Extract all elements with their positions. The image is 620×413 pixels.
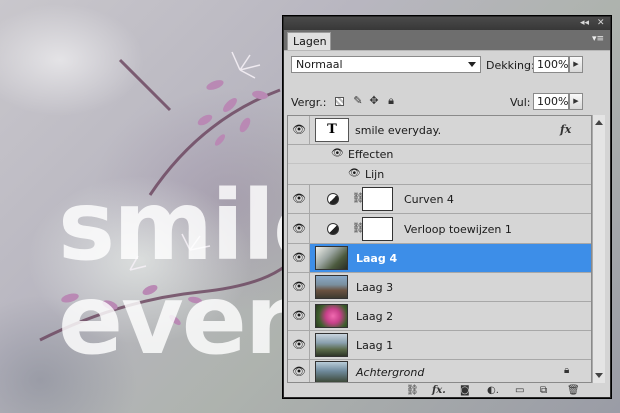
layer-name: Achtergrond xyxy=(356,366,425,379)
panel-footer: ⛓ fx. ◙ ◐. ▭ ⧉ 🗑︎ xyxy=(284,385,610,397)
layer-row-text[interactable]: 👁︎ T smile everyday. fx xyxy=(288,116,591,145)
lock-all-icon[interactable]: 🔒︎ xyxy=(385,95,397,107)
tab-layers[interactable]: Lagen xyxy=(287,32,331,50)
layer-thumbnail xyxy=(315,304,348,328)
trash-icon[interactable]: 🗑︎ xyxy=(567,385,580,397)
lock-transparency-icon[interactable] xyxy=(335,97,344,106)
layer-name: Laag 4 xyxy=(356,252,398,265)
lock-pixels-icon[interactable]: ✎ xyxy=(352,95,364,107)
visibility-toggle[interactable]: 👁︎ xyxy=(288,185,310,213)
panel-menu-icon[interactable]: ▾≡ xyxy=(592,34,604,44)
fx-icon[interactable]: fx xyxy=(560,123,571,136)
layer-row-laag-2[interactable]: 👁︎ Laag 2 xyxy=(288,302,591,331)
layer-row-laag-3[interactable]: 👁︎ Laag 3 xyxy=(288,273,591,302)
layer-name: Verloop toewijzen 1 xyxy=(404,223,512,236)
opacity-slider-button[interactable]: ▶ xyxy=(569,56,583,73)
layer-row-gradient-map[interactable]: 👁︎ ⛓ Verloop toewijzen 1 xyxy=(288,214,591,244)
scroll-up-icon[interactable] xyxy=(595,120,603,125)
chevron-down-icon xyxy=(468,62,476,67)
panel-body: Normaal Dekking: 100% ▶ Vergr.: ✎ ✥ 🔒︎ V… xyxy=(284,51,610,397)
eye-icon: 👁︎ xyxy=(292,365,306,378)
visibility-toggle[interactable]: 👁︎ xyxy=(288,273,310,301)
layer-name: Laag 2 xyxy=(356,310,394,323)
blend-mode-select[interactable]: Normaal xyxy=(291,56,481,73)
scroll-down-icon[interactable] xyxy=(595,373,603,378)
layer-thumbnail xyxy=(315,361,348,382)
layer-row-effects[interactable]: 👁︎ Effecten xyxy=(288,145,591,164)
eye-icon[interactable]: 👁︎ xyxy=(348,168,361,179)
eye-icon: 👁︎ xyxy=(292,251,306,264)
effects-visibility-toggle[interactable] xyxy=(288,145,310,163)
eye-icon: 👁︎ xyxy=(292,338,306,351)
layer-name: smile everyday. xyxy=(355,124,442,137)
adjustment-icon[interactable]: ◐. xyxy=(487,385,499,397)
visibility-toggle[interactable]: 👁︎ xyxy=(288,360,310,382)
lock-position-icon[interactable]: ✥ xyxy=(368,95,380,107)
layer-name: Curven 4 xyxy=(404,193,454,206)
layer-thumbnail xyxy=(315,275,348,299)
visibility-toggle[interactable]: 👁︎ xyxy=(288,302,310,330)
layer-thumbnail xyxy=(315,246,348,270)
layer-row-curves[interactable]: 👁︎ ⛓ Curven 4 xyxy=(288,185,591,214)
layer-mask-thumbnail[interactable] xyxy=(362,217,393,241)
layer-thumbnail xyxy=(315,333,348,357)
fill-label: Vul: xyxy=(510,96,531,109)
layer-name: Effecten xyxy=(348,148,394,161)
visibility-toggle[interactable]: 👁︎ xyxy=(288,214,310,243)
layer-row-effect-stroke[interactable]: 👁︎ Lijn xyxy=(288,164,591,185)
layers-list: 👁︎ T smile everyday. fx 👁︎ Effecten 👁︎ L… xyxy=(287,115,592,383)
layers-scrollbar[interactable] xyxy=(592,115,605,383)
lock-icon: 🔒︎ xyxy=(564,365,570,376)
eye-icon: 👁︎ xyxy=(292,280,306,293)
eye-icon: 👁︎ xyxy=(292,309,306,322)
eye-icon: 👁︎ xyxy=(292,123,306,136)
fill-input[interactable]: 100% xyxy=(533,93,569,110)
lock-label: Vergr.: xyxy=(291,96,327,109)
eye-icon: 👁︎ xyxy=(292,221,306,235)
opacity-label: Dekking: xyxy=(486,59,535,72)
opacity-input[interactable]: 100% xyxy=(533,56,569,73)
panel-titlebar[interactable]: ◂◂ ✕ xyxy=(284,17,610,30)
layer-name: Laag 1 xyxy=(356,339,394,352)
layer-mask-thumbnail[interactable] xyxy=(362,187,393,211)
visibility-toggle[interactable]: 👁︎ xyxy=(288,244,310,272)
layer-thumbnail: T xyxy=(315,118,349,142)
link-layers-icon[interactable]: ⛓ xyxy=(406,385,419,397)
fill-slider-button[interactable]: ▶ xyxy=(569,93,583,110)
layer-name: Lijn xyxy=(365,168,385,181)
layer-row-laag-1[interactable]: 👁︎ Laag 1 xyxy=(288,331,591,360)
folder-icon[interactable]: ▭ xyxy=(515,385,524,397)
blend-mode-value: Normaal xyxy=(296,58,343,71)
fx-icon[interactable]: fx. xyxy=(432,385,446,397)
mask-icon[interactable]: ◙ xyxy=(460,385,470,397)
layers-panel: ◂◂ ✕ Lagen ▾≡ Normaal Dekking: 100% ▶ Ve… xyxy=(283,16,611,398)
visibility-toggle[interactable]: 👁︎ xyxy=(288,116,310,144)
adjustment-icon xyxy=(327,193,339,205)
layer-row-laag-4[interactable]: 👁︎ Laag 4 xyxy=(288,244,591,273)
new-layer-icon[interactable]: ⧉ xyxy=(540,385,547,397)
effect-visibility-toggle[interactable] xyxy=(288,164,310,184)
collapse-icon[interactable]: ◂◂ xyxy=(580,18,589,29)
visibility-toggle[interactable]: 👁︎ xyxy=(288,331,310,359)
panel-tabs: Lagen ▾≡ xyxy=(284,30,610,51)
eye-icon[interactable]: 👁︎ xyxy=(331,148,344,159)
layer-row-background[interactable]: 👁︎ Achtergrond 🔒︎ xyxy=(288,360,591,382)
layer-name: Laag 3 xyxy=(356,281,394,294)
adjustment-icon xyxy=(327,223,339,235)
close-icon[interactable]: ✕ xyxy=(597,18,605,29)
eye-icon: 👁︎ xyxy=(292,192,306,205)
